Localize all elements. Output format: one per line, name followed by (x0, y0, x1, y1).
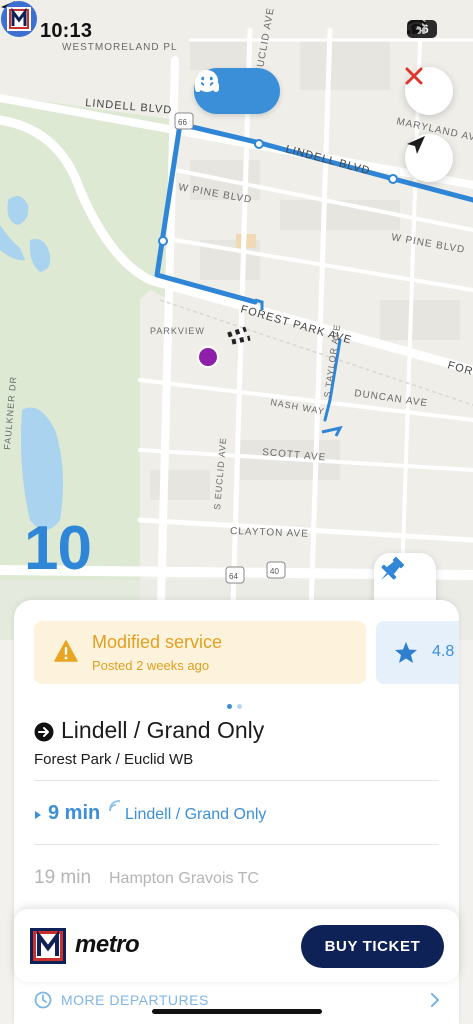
divider (34, 844, 439, 845)
svg-text:FOR: FOR (446, 359, 473, 378)
alert-title: Modified service (92, 632, 223, 652)
bar-chart-icon (195, 70, 219, 92)
wifi-icon (407, 20, 427, 34)
close-icon (405, 67, 423, 85)
status-bar: 10:13 46 (0, 0, 473, 60)
more-departures-label: MORE DEPARTURES (61, 992, 209, 1008)
svg-text:66: 66 (178, 118, 187, 127)
status-time: 10:13 (40, 20, 93, 42)
stop-name: Forest Park / Euclid WB (34, 751, 194, 768)
realtime-signal-icon (109, 800, 121, 812)
svg-text:CLAYTON AVE: CLAYTON AVE (230, 526, 309, 540)
arrow-circle-icon (34, 722, 54, 742)
svg-text:W PINE BLVD: W PINE BLVD (390, 232, 465, 256)
metro-logo-icon (30, 928, 66, 964)
pushpin-icon (381, 556, 405, 580)
play-arrow-icon (35, 811, 41, 819)
departure-destination: Lindell / Grand Only (125, 806, 267, 823)
rating-card[interactable]: 4.8 (376, 621, 459, 684)
alert-posted-time: Posted 2 weeks ago (92, 658, 210, 673)
departure-destination: Hampton Gravois TC (109, 870, 259, 887)
route-number: 10 (24, 514, 92, 583)
status-icons: 46 (407, 20, 437, 38)
divider (34, 780, 439, 781)
route-map[interactable]: WESTMORELAND PL LINDELL BLVD LINDELL BLV… (0, 0, 473, 640)
svg-text:40: 40 (270, 567, 279, 576)
service-alert-card[interactable]: Modified service Posted 2 weeks ago (34, 621, 366, 684)
bottom-bar: metro BUY TICKET (14, 909, 459, 982)
warning-icon (54, 640, 78, 662)
clock-icon (34, 991, 52, 1009)
departure-time: 19 min (34, 867, 92, 888)
carousel-dot (237, 704, 242, 709)
navigation-arrow-icon (407, 136, 425, 154)
brand-name: metro (75, 931, 140, 958)
home-indicator[interactable] (152, 1009, 322, 1014)
close-button[interactable] (405, 67, 453, 115)
route-destination: Lindell / Grand Only (61, 717, 265, 743)
svg-text:64: 64 (229, 572, 238, 581)
locate-me-button[interactable] (405, 134, 453, 182)
star-icon (395, 642, 417, 663)
carousel-dots (227, 704, 242, 709)
metro-logo-icon (1, 1, 37, 37)
svg-text:S EUCLID AVE: S EUCLID AVE (212, 437, 228, 510)
svg-text:PARKVIEW: PARKVIEW (150, 326, 205, 336)
departure-time: 9 min (48, 802, 101, 824)
buy-ticket-button[interactable]: BUY TICKET (301, 925, 444, 968)
chevron-right-icon (430, 992, 440, 1008)
stop-marker[interactable] (197, 346, 219, 368)
rating-value: 4.8 (432, 643, 455, 660)
crowding-button[interactable] (194, 68, 280, 114)
carousel-dot-active (227, 704, 232, 709)
